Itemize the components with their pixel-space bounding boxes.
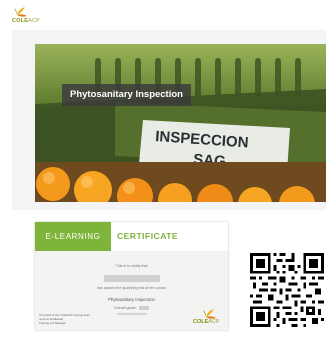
signature-line-3: Training unit Manager — [39, 321, 67, 325]
cert-logo-text-accent: ACP — [208, 319, 220, 325]
leaf-logo-icon — [14, 7, 27, 17]
date-redacted — [104, 312, 160, 316]
signature-block: On behalf of the COLEACP training team J… — [39, 313, 90, 325]
certificate-logo: COLEACP — [192, 306, 226, 328]
certificate-heading-left: E-LEARNING — [35, 222, 111, 251]
score-label: Overall grade: — [114, 306, 137, 310]
qr-code-icon[interactable] — [250, 252, 324, 328]
certificate-logo-wordmark: COLEACP — [193, 319, 220, 325]
leaf-logo-icon — [203, 309, 216, 319]
certificate-course-name: Phytosanitary Inspection — [108, 297, 155, 302]
passed-line: has passed the qualifying test of the co… — [96, 286, 167, 290]
logo-wordmark: COLEACP — [12, 18, 40, 24]
header: COLEACP — [0, 0, 326, 28]
course-banner-image[interactable]: INSPECCION SAG Phytosanitary Inspection — [35, 44, 326, 202]
certify-line: This is to certify that — [115, 264, 148, 268]
coleacp-logo[interactable]: COLEACP — [12, 5, 42, 25]
qr-code-graphic — [250, 253, 324, 327]
certificate-heading-right: CERTIFICATE — [117, 231, 179, 241]
score-redacted — [138, 306, 149, 311]
course-title: Phytosanitary Inspection — [62, 84, 191, 106]
certificate-header: E-LEARNING CERTIFICATE — [35, 222, 228, 251]
logo-text-main: COLE — [12, 18, 29, 24]
certificate-preview[interactable]: E-LEARNING CERTIFICATE This is to certif… — [35, 222, 228, 330]
cert-logo-text-main: COLE — [193, 319, 209, 325]
logo-text-accent: ACP — [28, 18, 40, 24]
recipient-name-redacted — [104, 275, 160, 282]
inspection-photo: INSPECCION SAG — [35, 44, 326, 202]
